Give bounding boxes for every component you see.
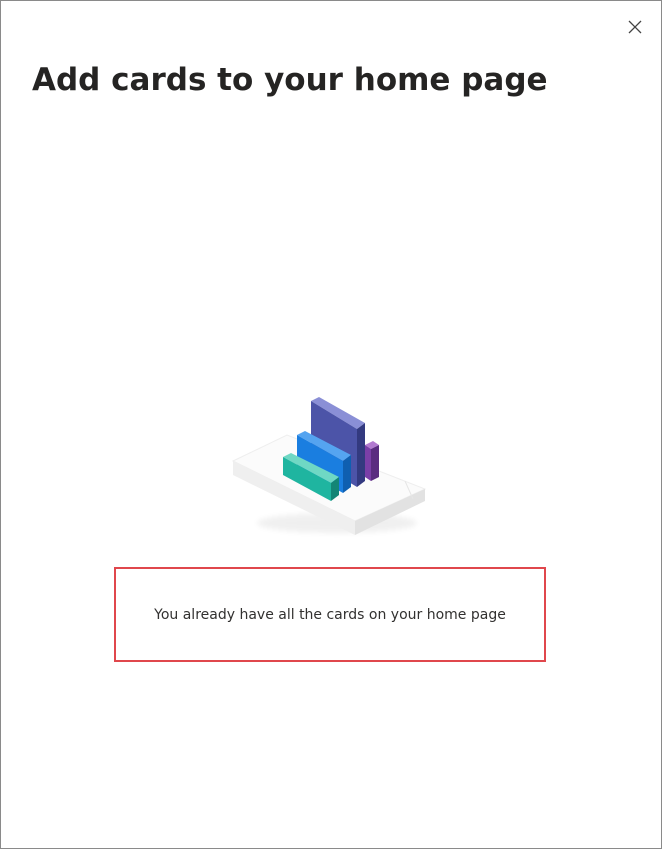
close-icon [628,20,642,34]
dialog-title: Add cards to your home page [32,62,548,98]
empty-state-box: You already have all the cards on your h… [114,567,546,662]
close-button[interactable] [623,15,647,39]
empty-state-message: You already have all the cards on your h… [154,606,506,623]
cards-illustration [227,395,433,541]
add-cards-dialog: Add cards to your home page You already … [0,0,662,849]
